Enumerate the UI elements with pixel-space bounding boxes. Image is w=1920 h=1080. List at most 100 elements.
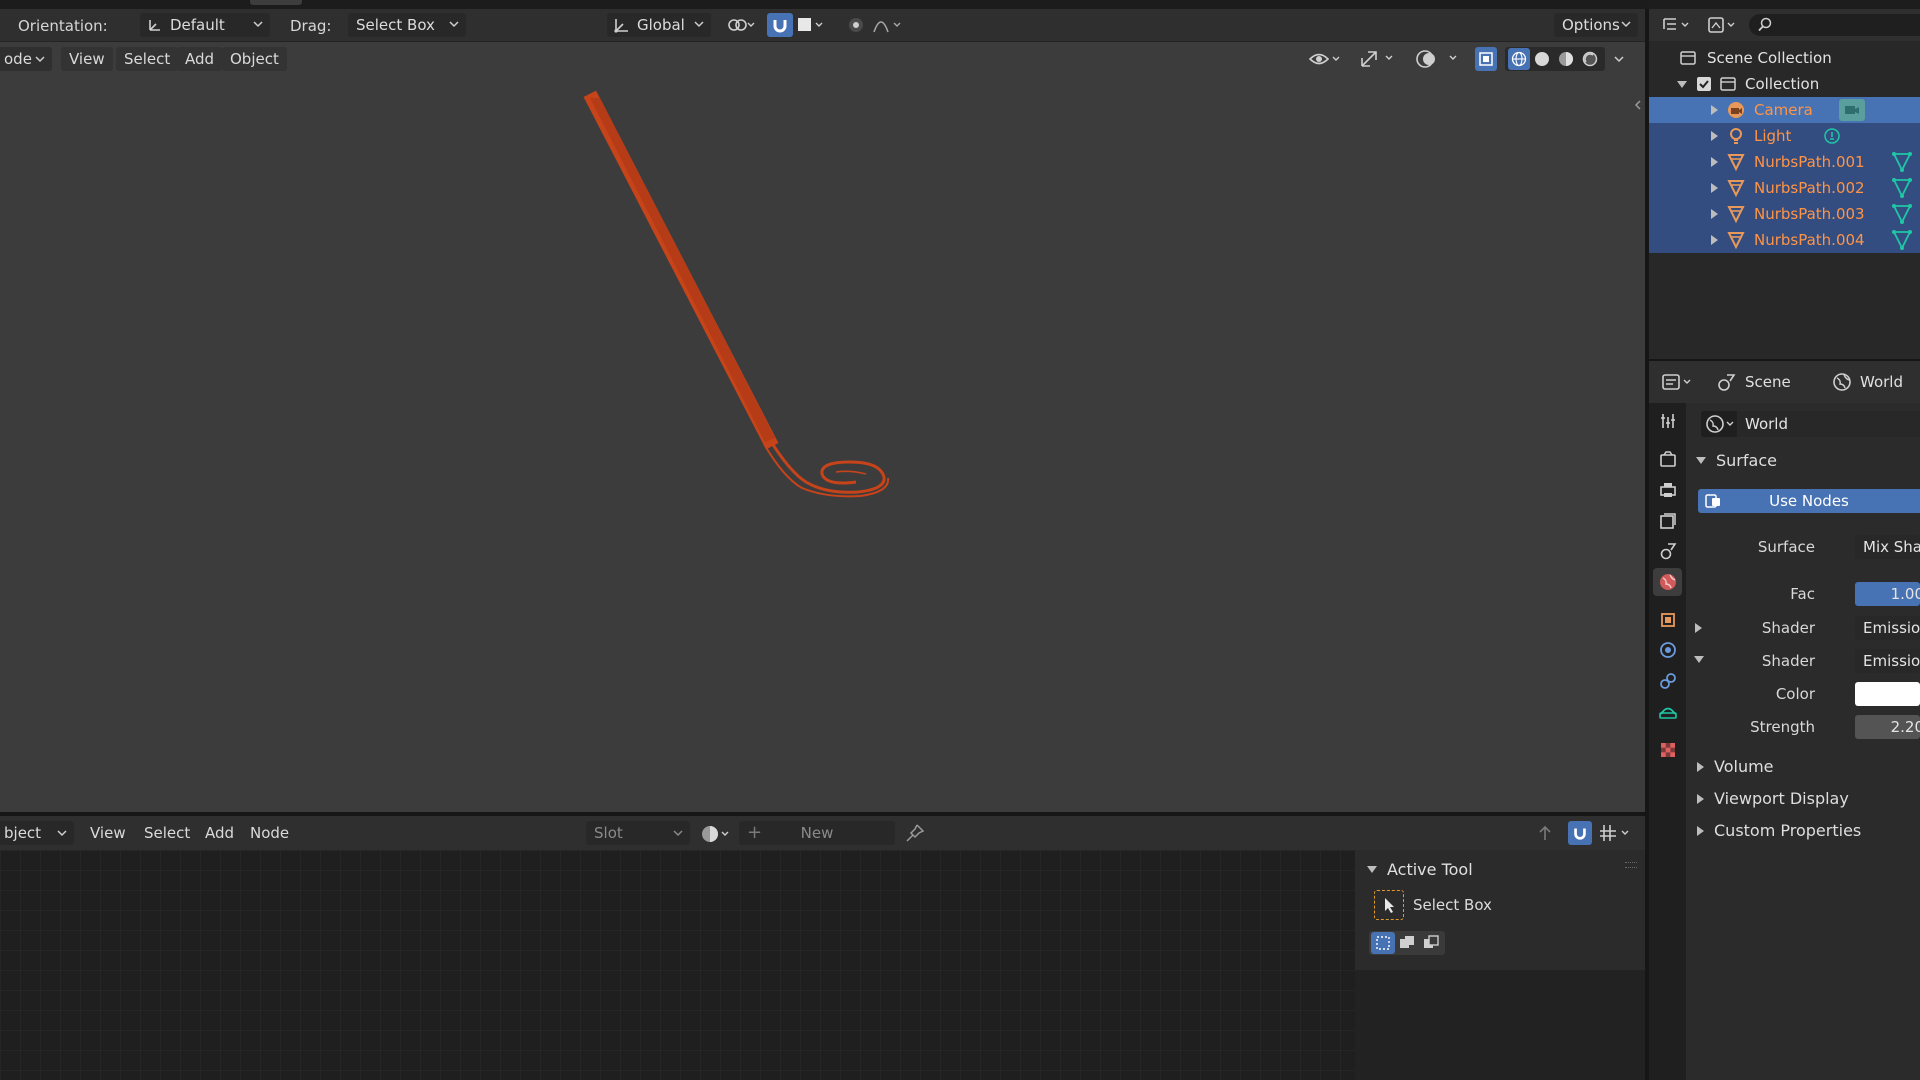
curve-data-icon[interactable] [1891, 203, 1913, 225]
editor-type-dropdown[interactable] [1661, 14, 1695, 36]
tab-object[interactable] [1653, 606, 1682, 634]
subtract-selection-icon[interactable] [1419, 932, 1443, 954]
outliner-item-nurbspath-003[interactable]: NurbsPath.003 [1649, 201, 1920, 227]
drag-dropdown[interactable]: Select Box [348, 13, 466, 37]
tab-render[interactable] [1653, 445, 1682, 473]
orientation-dropdown[interactable]: Default [140, 13, 270, 37]
extend-selection-icon[interactable] [1395, 932, 1419, 954]
world-name-input[interactable]: World [1737, 411, 1920, 437]
tab-physics[interactable] [1653, 636, 1682, 664]
pivot-link-icon [728, 19, 755, 31]
outliner-item-label: NurbsPath.004 [1754, 231, 1865, 249]
breadcrumb-world-label: World [1860, 373, 1903, 391]
outliner-item-nurbspath-001[interactable]: NurbsPath.001 [1649, 149, 1920, 175]
outliner-item-nurbspath-004[interactable]: NurbsPath.004 [1649, 227, 1920, 253]
expand-triangle-icon[interactable] [1711, 157, 1718, 167]
outliner-item-camera[interactable]: Camera [1649, 97, 1920, 123]
view-layer-icon [1708, 17, 1735, 33]
curve-data-icon[interactable] [1891, 177, 1913, 199]
expand-triangle-icon[interactable] [1711, 183, 1718, 193]
outliner-item-light[interactable]: Light [1649, 123, 1920, 149]
ne-node-menu[interactable]: Node [242, 821, 297, 845]
pin-button[interactable] [905, 822, 925, 844]
outliner-search-field[interactable] [1749, 14, 1920, 36]
tab-world[interactable] [1653, 568, 1682, 596]
camera-data-icon[interactable] [1839, 99, 1865, 121]
active-workspace-tab[interactable] [250, 0, 302, 5]
curve-object-icon [1726, 230, 1746, 250]
panel-drag-handle-icon[interactable] [1625, 862, 1637, 868]
chevron-down-icon [253, 21, 263, 28]
curve-data-icon[interactable] [1891, 151, 1913, 173]
parent-node-tree-button[interactable] [1535, 822, 1555, 844]
tab-tool[interactable] [1653, 407, 1682, 435]
transform-orientation-dropdown[interactable]: Global [607, 13, 711, 37]
snap-toggle[interactable] [767, 13, 793, 37]
slot-dropdown[interactable]: Slot [586, 821, 690, 845]
pivot-point-button[interactable] [722, 13, 760, 37]
ne-snap-target-dropdown[interactable] [1598, 822, 1634, 844]
curve-data-icon[interactable] [1891, 229, 1913, 251]
new-material-button[interactable]: + New [739, 821, 895, 845]
fac-slider[interactable]: 1.00 [1855, 582, 1920, 606]
proportional-falloff-dropdown[interactable] [870, 13, 910, 37]
expand-triangle-icon[interactable] [1711, 131, 1718, 141]
strength-field[interactable]: 2.20 [1855, 715, 1920, 739]
ne-snap-toggle[interactable] [1568, 821, 1592, 845]
expand-triangle-icon[interactable] [1711, 105, 1718, 115]
ne-select-menu[interactable]: Select [136, 821, 198, 845]
checkbox-icon[interactable] [1697, 77, 1711, 91]
ne-add-menu[interactable]: Add [197, 821, 242, 845]
tab-constraints[interactable] [1653, 667, 1682, 695]
light-data-icon[interactable] [1822, 126, 1842, 146]
shader1-expand-icon[interactable] [1695, 623, 1702, 633]
collection-row[interactable]: Collection [1649, 71, 1920, 97]
curve-object[interactable] [583, 90, 890, 498]
select-box-tool-icon[interactable] [1374, 890, 1404, 920]
display-mode-dropdown[interactable] [1706, 14, 1740, 36]
tab-view-layer[interactable] [1653, 507, 1682, 535]
breadcrumb-world[interactable]: World [1832, 372, 1903, 392]
curve-object-icon [1726, 152, 1746, 172]
new-selection-icon[interactable] [1371, 932, 1395, 954]
proportional-editing-toggle[interactable] [843, 13, 869, 37]
ne-view-menu[interactable]: View [82, 821, 134, 845]
surface-section-header[interactable]: Surface [1696, 451, 1777, 470]
tab-texture[interactable] [1653, 736, 1682, 764]
shader-type-dropdown[interactable]: bject [0, 821, 74, 845]
tab-output[interactable] [1653, 476, 1682, 504]
expand-triangle-icon[interactable] [1711, 209, 1718, 219]
shader2-expand-icon[interactable] [1694, 656, 1704, 663]
shader2-dropdown[interactable]: Emission [1855, 649, 1920, 673]
custom-properties-section-header[interactable]: Custom Properties [1697, 821, 1861, 840]
properties-editor-icon [1662, 374, 1691, 390]
active-tool-header[interactable]: Active Tool [1367, 860, 1473, 879]
use-nodes-button[interactable]: Use Nodes [1698, 489, 1920, 513]
3d-viewport[interactable]: ode View Select Add Object [0, 42, 1645, 812]
expand-triangle-icon[interactable] [1677, 80, 1687, 88]
world-datablock-field[interactable]: World [1701, 411, 1920, 437]
fac-label: Fac [1790, 585, 1815, 603]
options-dropdown[interactable]: Options [1554, 13, 1638, 37]
snap-target-dropdown[interactable] [793, 13, 829, 37]
surface-section-label: Surface [1716, 451, 1777, 470]
shader1-dropdown[interactable]: Emission [1855, 616, 1920, 640]
surface-shader-dropdown[interactable]: Mix Shac [1855, 535, 1920, 559]
viewport-display-section-header[interactable]: Viewport Display [1697, 789, 1849, 808]
outliner[interactable]: Scene Collection Collection Camera Light… [1649, 9, 1920, 359]
tab-scene[interactable] [1653, 537, 1682, 565]
browse-material-dropdown[interactable] [700, 823, 736, 845]
volume-section-header[interactable]: Volume [1697, 757, 1774, 776]
shader-node-editor[interactable]: bject View Select Add Node Slot + New Ac… [0, 816, 1645, 1080]
tab-data[interactable] [1653, 697, 1682, 725]
properties-editor[interactable]: Scene World World Surface Use Nodes Surf… [1649, 359, 1920, 1080]
outliner-item-nurbspath-002[interactable]: NurbsPath.002 [1649, 175, 1920, 201]
color-swatch[interactable] [1855, 682, 1920, 706]
color-label: Color [1775, 685, 1815, 703]
breadcrumb-scene[interactable]: Scene [1717, 372, 1791, 392]
properties-editor-type-dropdown[interactable] [1661, 371, 1697, 393]
scene-icon [1660, 543, 1676, 560]
node-canvas-grid[interactable] [0, 850, 1355, 1080]
expand-triangle-icon[interactable] [1711, 235, 1718, 245]
scene-collection-row[interactable]: Scene Collection [1649, 45, 1920, 71]
